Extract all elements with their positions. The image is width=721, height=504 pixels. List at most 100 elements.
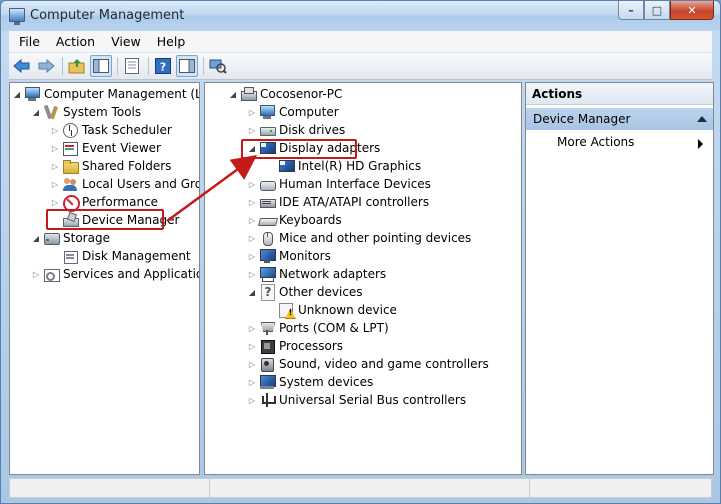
actions-pane-title: Actions [526,83,713,105]
collapsed-arrow-icon[interactable]: ▷ [247,319,257,337]
tree-item-sound-video-and-game-controllers[interactable]: ▷ Sound, video and game controllers [247,355,490,373]
up-folder-icon[interactable] [66,55,88,77]
tree-item-label: Disk drives [279,123,346,137]
status-cell [210,479,530,497]
close-button[interactable]: ✕ [670,1,714,20]
tree-item-label: Processors [279,339,344,353]
collapsed-arrow-icon[interactable]: ▷ [31,265,41,283]
collapsed-arrow-icon[interactable]: ▷ [247,103,257,121]
actions-section-label: Device Manager [533,112,631,126]
menu-help[interactable]: Help [149,32,194,51]
console-tree-pane[interactable]: ◢Computer Management (Local◢System Tools… [9,82,200,475]
tree-item-storage[interactable]: ◢ Storage [31,229,111,247]
actions-pane: Actions Device Manager More Actions [525,82,714,475]
collapsed-arrow-icon[interactable]: ▷ [50,121,60,139]
tree-item-ide-ata-atapi-controllers[interactable]: ▷ IDE ATA/ATAPI controllers [247,193,430,211]
tree-item-system-tools[interactable]: ◢ System Tools [31,103,142,121]
tree-item-computer-management-local[interactable]: ◢ Computer Management (Local [12,85,199,103]
tree-item-monitors[interactable]: ▷ Monitors [247,247,332,265]
tree-item-disk-management[interactable]: Disk Management [50,247,192,265]
tree-item-task-scheduler[interactable]: ▷ Task Scheduler [50,121,173,139]
tree-item-processors[interactable]: ▷ Processors [247,337,344,355]
tree-item-universal-serial-bus-controllers[interactable]: ▷ Universal Serial Bus controllers [247,391,467,409]
expanded-arrow-icon[interactable]: ◢ [31,103,41,121]
toolbar-separator [117,57,118,75]
tree-item-cocosenor-pc[interactable]: ◢ Cocosenor-PC [228,85,343,103]
title-bar[interactable]: Computer Management – □ ✕ [1,1,720,31]
tree-item-label: IDE ATA/ATAPI controllers [279,195,430,209]
tree-item-computer[interactable]: ▷ Computer [247,103,340,121]
help-icon[interactable]: ? [152,55,174,77]
minimize-button[interactable]: – [618,1,644,20]
properties-icon[interactable] [121,55,143,77]
more-actions-link[interactable]: More Actions [557,135,634,149]
collapsed-arrow-icon[interactable]: ▷ [247,373,257,391]
tree-item-label: Local Users and Groups [82,177,200,191]
collapsed-arrow-icon[interactable]: ▷ [247,229,257,247]
tree-item-label: Event Viewer [82,141,161,155]
status-bar [9,478,712,498]
ports-icon [259,320,275,336]
tree-item-event-viewer[interactable]: ▷ Event Viewer [50,139,162,157]
display-adapters-highlight-box [241,139,357,159]
disk-drive-icon [259,122,276,138]
collapsed-arrow-icon[interactable]: ▷ [247,355,257,373]
collapsed-arrow-icon[interactable]: ▷ [247,337,257,355]
actions-section-device-manager[interactable]: Device Manager [526,108,713,130]
tree-item-other-devices[interactable]: ◢ Other devices [247,283,364,301]
tree-item-label: Shared Folders [82,159,172,173]
forward-icon[interactable] [35,55,57,77]
submenu-arrow-icon [698,139,703,149]
performance-icon [62,194,80,212]
tree-item-intel-r-hd-graphics[interactable]: Intel(R) HD Graphics [266,157,422,175]
tree-item-human-interface-devices[interactable]: ▷ Human Interface Devices [247,175,432,193]
tree-item-services-and-applications[interactable]: ▷ Services and Applications [31,265,199,283]
collapsed-arrow-icon[interactable]: ▷ [247,211,257,229]
tree-item-label: System Tools [63,105,142,119]
tree-item-keyboards[interactable]: ▷ Keyboards [247,211,343,229]
expanded-arrow-icon[interactable]: ◢ [247,283,257,301]
collapsed-arrow-icon[interactable]: ▷ [247,265,257,283]
tree-item-mice-and-other-pointing-devices[interactable]: ▷ Mice and other pointing devices [247,229,472,247]
tree-item-label: Other devices [279,285,363,299]
collapsed-arrow-icon[interactable]: ▷ [247,175,257,193]
show-hide-action-pane-icon[interactable] [176,55,198,77]
tree-item-unknown-device[interactable]: Unknown device [266,301,398,319]
toolbar-separator [62,57,63,75]
collapsed-arrow-icon[interactable]: ▷ [247,193,257,211]
collapse-arrow-icon[interactable] [697,116,707,122]
tree-item-label: Ports (COM & LPT) [279,321,389,335]
collapsed-arrow-icon[interactable]: ▷ [247,391,257,409]
back-icon[interactable] [11,55,33,77]
tree-item-system-devices[interactable]: ▷ System devices [247,373,374,391]
maximize-button[interactable]: □ [644,1,670,20]
tree-item-label: System devices [279,375,374,389]
expanded-arrow-icon[interactable]: ◢ [12,85,22,103]
hid-icon [259,176,276,192]
menu-view[interactable]: View [103,32,149,51]
system-tools-icon [43,104,59,120]
expanded-arrow-icon[interactable]: ◢ [228,85,238,103]
menu-file[interactable]: File [11,32,48,51]
pc-icon [240,86,257,102]
computer-management-app-icon [9,8,25,25]
menu-action[interactable]: Action [48,32,103,51]
tree-item-local-users-and-groups[interactable]: ▷ Local Users and Groups [50,175,200,193]
collapsed-arrow-icon[interactable]: ▷ [50,157,60,175]
tree-item-network-adapters[interactable]: ▷ Network adapters [247,265,387,283]
menu-bar: File Action View Help [9,31,712,53]
tree-item-disk-drives[interactable]: ▷ Disk drives [247,121,346,139]
tree-item-label: Unknown device [298,303,397,317]
collapsed-arrow-icon[interactable]: ▷ [50,175,60,193]
tree-item-ports-com-lpt[interactable]: ▷ Ports (COM & LPT) [247,319,390,337]
tree-item-shared-folders[interactable]: ▷ Shared Folders [50,157,172,175]
expanded-arrow-icon[interactable]: ◢ [31,229,41,247]
show-hide-tree-icon[interactable] [90,55,112,77]
collapsed-arrow-icon[interactable]: ▷ [247,121,257,139]
collapsed-arrow-icon[interactable]: ▷ [247,247,257,265]
scan-hardware-icon[interactable] [207,55,229,77]
keyboard-icon [259,212,275,228]
collapsed-arrow-icon[interactable]: ▷ [50,139,60,157]
